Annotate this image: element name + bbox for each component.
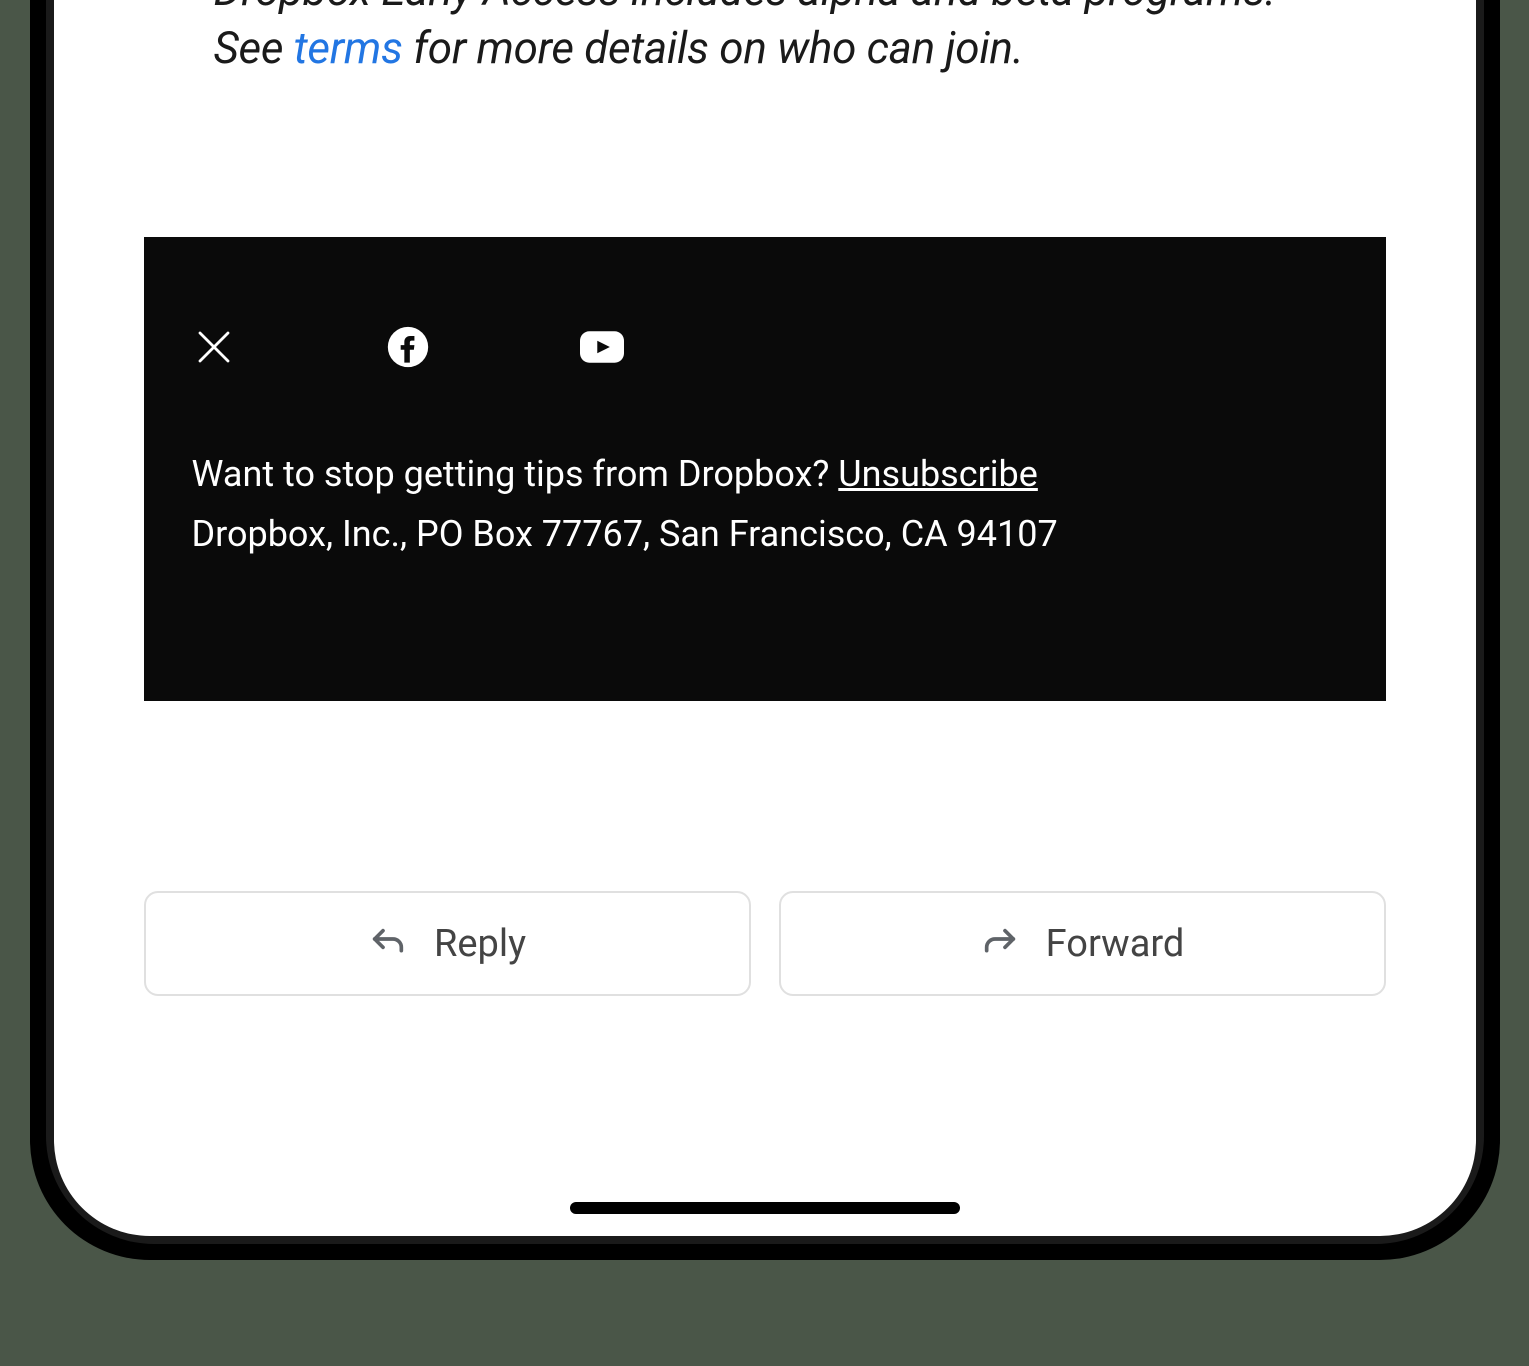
youtube-icon[interactable] (580, 325, 624, 369)
footer-text-block: Want to stop getting tips from Dropbox? … (192, 447, 1338, 561)
social-icons-row (192, 325, 1338, 369)
phone-device-frame: Dropbox Early Access includes alpha and … (30, 0, 1500, 1260)
x-twitter-icon[interactable] (192, 325, 236, 369)
home-indicator[interactable] (570, 1202, 960, 1214)
unsubscribe-link[interactable]: Unsubscribe (838, 453, 1038, 495)
terms-link[interactable]: terms (294, 22, 403, 74)
reply-icon (368, 924, 408, 964)
footer-address: Dropbox, Inc., PO Box 77767, San Francis… (192, 507, 1338, 561)
forward-button-label: Forward (1046, 922, 1185, 966)
reply-button-label: Reply (434, 922, 526, 966)
forward-button[interactable]: Forward (779, 891, 1386, 996)
body-text-after: for more details on who can join. (403, 22, 1024, 74)
phone-bezel: Dropbox Early Access includes alpha and … (46, 0, 1484, 1244)
footer-unsubscribe-line: Want to stop getting tips from Dropbox? … (192, 447, 1338, 501)
forward-icon (980, 924, 1020, 964)
phone-screen: Dropbox Early Access includes alpha and … (54, 0, 1476, 1236)
email-body-paragraph: Dropbox Early Access includes alpha and … (144, 0, 1386, 77)
footer-question-text: Want to stop getting tips from Dropbox? (192, 453, 839, 495)
facebook-icon[interactable] (386, 325, 430, 369)
reply-button[interactable]: Reply (144, 891, 751, 996)
email-footer: Want to stop getting tips from Dropbox? … (144, 237, 1386, 701)
email-body-area[interactable]: Dropbox Early Access includes alpha and … (54, 0, 1476, 1236)
email-action-buttons: Reply Forward (144, 891, 1386, 996)
